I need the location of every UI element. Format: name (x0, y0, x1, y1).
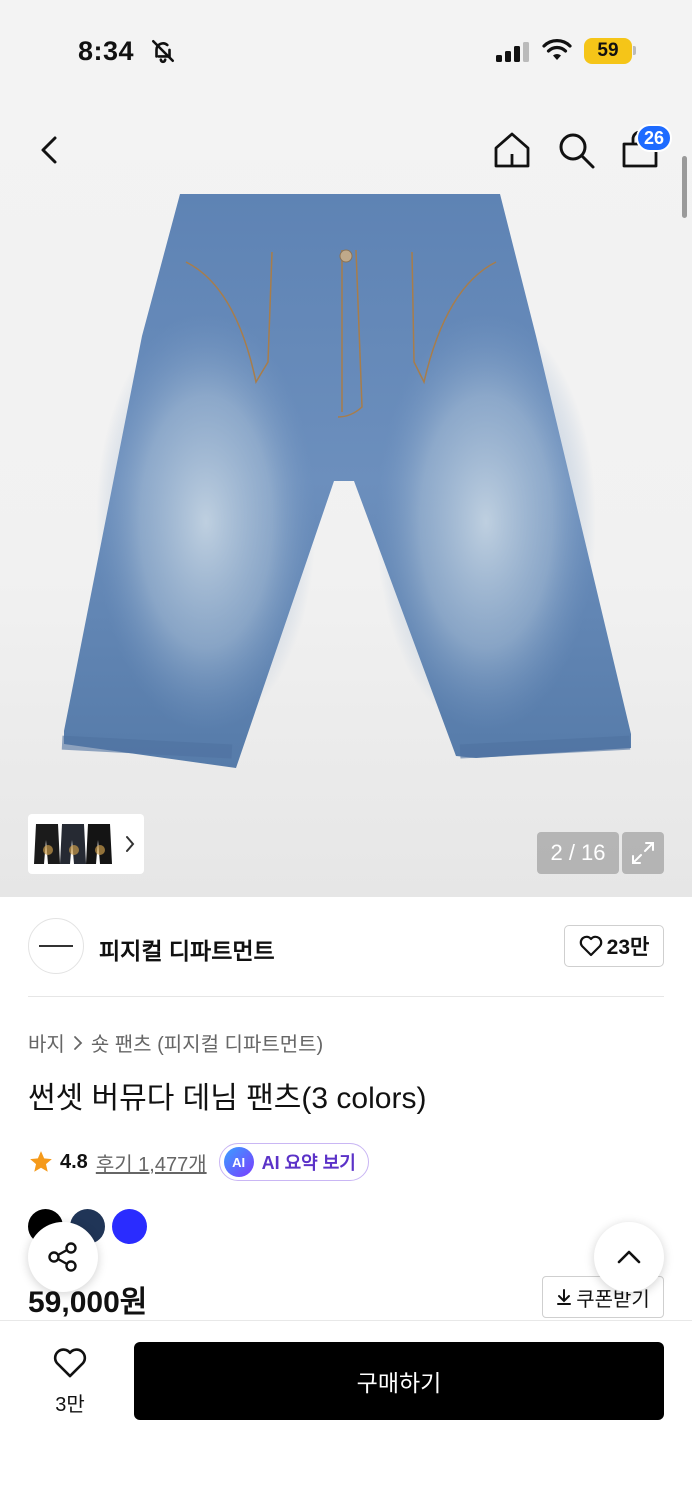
review-link[interactable]: 후기 1,477개 (96, 1148, 207, 1177)
home-icon (494, 132, 530, 168)
product-gallery[interactable]: 26 PHYPS DEPT (0, 100, 692, 897)
rating-row: 4.8 후기 1,477개 AI AI 요약 보기 (28, 1142, 369, 1182)
brand-like-count: 23만 (606, 936, 650, 959)
divider (28, 996, 664, 997)
chevron-right-icon (73, 1035, 83, 1050)
breadcrumb-category[interactable]: 바지 (28, 1028, 65, 1057)
heart-icon (53, 1348, 87, 1378)
brand-like-button[interactable]: 23만 (564, 925, 664, 967)
back-button[interactable] (30, 130, 70, 170)
home-button[interactable] (490, 128, 534, 172)
expand-button[interactable] (622, 832, 664, 874)
bottom-action-bar: 3만 구매하기 (0, 1320, 692, 1500)
thumbnail-image (34, 824, 112, 864)
status-bar: 8:34 59 (0, 0, 692, 100)
ai-summary-button[interactable]: AI AI 요약 보기 (218, 1143, 369, 1181)
brand-row[interactable]: 피지컬 디파트먼트 23만 (28, 918, 664, 976)
brand-name[interactable]: 피지컬 디파트먼트 (99, 932, 275, 966)
download-icon (557, 1289, 572, 1305)
bell-off-icon (151, 39, 175, 64)
brand-logo[interactable] (28, 918, 84, 974)
back-icon (41, 136, 57, 164)
share-icon (48, 1242, 77, 1272)
image-counter: 2 / 16 (537, 832, 619, 874)
product-image: PHYPS DEPT (61, 194, 631, 768)
search-icon (559, 133, 595, 169)
ai-icon: AI (223, 1147, 254, 1177)
chevron-up-icon (617, 1250, 641, 1264)
product-title: 썬셋 버뮤다 데님 팬츠(3 colors) (28, 1082, 427, 1115)
wishlist-button[interactable]: 3만 (40, 1347, 100, 1417)
heart-icon (579, 935, 602, 957)
signal-icon (496, 42, 529, 62)
battery-indicator: 59 (584, 38, 632, 64)
color-swatch-blue[interactable] (112, 1209, 147, 1244)
breadcrumb-subcategory[interactable]: 숏 팬츠 (피지컬 디파트먼트) (91, 1028, 323, 1057)
status-time: 8:34 (78, 36, 135, 66)
buy-button[interactable]: 구매하기 (134, 1342, 664, 1420)
chevron-right-icon (126, 836, 135, 852)
search-button[interactable] (554, 128, 598, 172)
star-icon (30, 1151, 52, 1172)
battery-nub (633, 46, 636, 55)
ai-summary-label: AI 요약 보기 (261, 1153, 356, 1173)
scroll-top-button[interactable] (594, 1222, 664, 1292)
share-button[interactable] (28, 1222, 98, 1292)
expand-icon (632, 842, 654, 864)
wifi-icon (542, 39, 572, 60)
wishlist-count: 3만 (55, 1394, 85, 1416)
breadcrumb: 바지 숏 팬츠 (피지컬 디파트먼트) (28, 1028, 323, 1057)
color-thumbnails[interactable] (28, 814, 144, 874)
scrollbar[interactable] (682, 156, 687, 218)
cart-count-badge: 26 (636, 124, 673, 152)
rating-value: 4.8 (60, 1150, 88, 1173)
